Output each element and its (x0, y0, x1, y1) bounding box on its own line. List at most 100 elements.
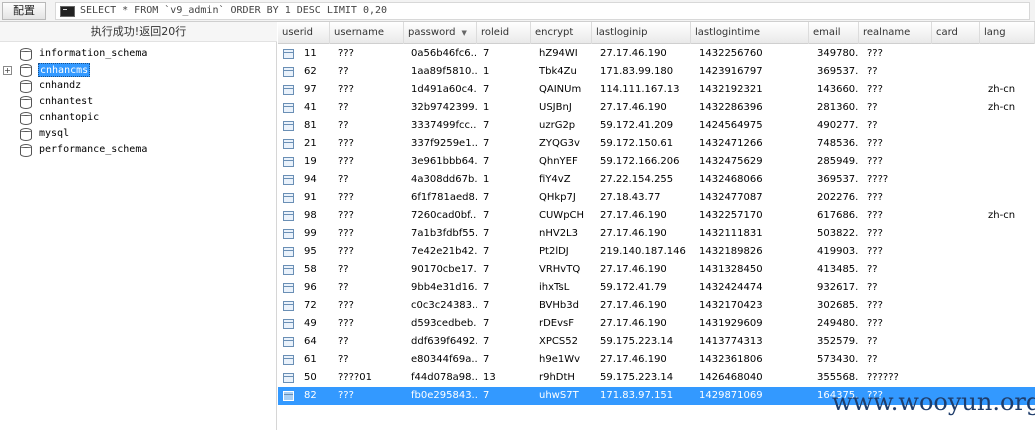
cell-userid[interactable]: 61 (300, 351, 330, 369)
cell-roleid[interactable]: 7 (479, 45, 531, 63)
table-row[interactable]: 21??? 337f9259e1... 7 ZYQG3v 59.172.150.61 14… (278, 135, 1035, 153)
cell-lastloginip[interactable]: 27.17.46.190 (596, 297, 691, 315)
cell-email[interactable]: 932617... (813, 279, 859, 297)
cell-encrypt[interactable]: Tbk4Zu (535, 63, 592, 81)
column-header-realname[interactable]: realname (859, 22, 932, 44)
cell-username[interactable]: ??? (334, 315, 404, 333)
column-header-encrypt[interactable]: encrypt (531, 22, 592, 44)
cell-realname[interactable]: ??? (863, 153, 932, 171)
cell-email[interactable]: 143660... (813, 81, 859, 99)
cell-password[interactable]: d593cedbeb... (407, 315, 477, 333)
cell-roleid[interactable]: 7 (479, 153, 531, 171)
table-row[interactable]: 19??? 3e961bbb64... 7 QhnYEF 59.172.166.206 1… (278, 153, 1035, 171)
cell-encrypt[interactable]: XPCS52 (535, 333, 592, 351)
table-row[interactable]: 41?? 32b9742399... 1 USJBnJ 27.17.46.190 1432… (278, 99, 1035, 117)
cell-roleid[interactable]: 7 (479, 225, 531, 243)
database-item[interactable]: mysql (0, 126, 277, 142)
cell-userid[interactable]: 72 (300, 297, 330, 315)
cell-encrypt[interactable]: uzrG2p (535, 117, 592, 135)
cell-lastloginip[interactable]: 171.83.99.180 (596, 63, 691, 81)
column-header-lastlogintime[interactable]: lastlogintime (691, 22, 809, 44)
cell-roleid[interactable]: 1 (479, 63, 531, 81)
cell-lastloginip[interactable]: 27.17.46.190 (596, 315, 691, 333)
cell-username[interactable]: ?? (334, 333, 404, 351)
cell-card[interactable] (936, 333, 980, 351)
cell-userid[interactable]: 91 (300, 189, 330, 207)
cell-encrypt[interactable]: VRHvTQ (535, 261, 592, 279)
cell-userid[interactable]: 11 (300, 45, 330, 63)
cell-email[interactable]: 748536... (813, 135, 859, 153)
cell-userid[interactable]: 64 (300, 333, 330, 351)
cell-roleid[interactable]: 7 (479, 279, 531, 297)
cell-lastlogintime[interactable]: 1431328450 (695, 261, 809, 279)
cell-userid[interactable]: 95 (300, 243, 330, 261)
cell-realname[interactable]: ??? (863, 225, 932, 243)
cell-username[interactable]: ?? (334, 351, 404, 369)
cell-card[interactable] (936, 243, 980, 261)
cell-encrypt[interactable]: uhwS7T (535, 387, 592, 405)
cell-lastlogintime[interactable]: 1432477087 (695, 189, 809, 207)
cell-roleid[interactable]: 13 (479, 369, 531, 387)
cell-lastloginip[interactable]: 27.17.46.190 (596, 99, 691, 117)
cell-encrypt[interactable]: USJBnJ (535, 99, 592, 117)
cell-userid[interactable]: 82 (300, 387, 330, 405)
cell-roleid[interactable]: 7 (479, 351, 531, 369)
cell-username[interactable]: ??? (334, 135, 404, 153)
cell-email[interactable]: 573430... (813, 351, 859, 369)
cell-card[interactable] (936, 81, 980, 99)
cell-roleid[interactable]: 7 (479, 135, 531, 153)
cell-roleid[interactable]: 7 (479, 297, 531, 315)
cell-realname[interactable]: ?? (863, 279, 932, 297)
cell-realname[interactable]: ??? (863, 207, 932, 225)
cell-lastlogintime[interactable]: 1429871069 (695, 387, 809, 405)
table-row[interactable]: 58?? 90170cbe17... 7 VRHvTQ 27.17.46.190 1431… (278, 261, 1035, 279)
cell-roleid[interactable]: 7 (479, 387, 531, 405)
cell-realname[interactable]: ?? (863, 333, 932, 351)
cell-lastlogintime[interactable]: 1432475629 (695, 153, 809, 171)
column-header-password[interactable]: password ▼ (404, 22, 477, 44)
cell-username[interactable]: ??? (334, 297, 404, 315)
database-item[interactable]: + cnhancms (0, 62, 277, 78)
cell-encrypt[interactable]: h9e1Wv (535, 351, 592, 369)
cell-lastlogintime[interactable]: 1432286396 (695, 99, 809, 117)
cell-password[interactable]: 1aa89f5810... (407, 63, 477, 81)
cell-password[interactable]: 0a56b46fc6... (407, 45, 477, 63)
cell-encrypt[interactable]: ZYQG3v (535, 135, 592, 153)
cell-username[interactable]: ??? (334, 387, 404, 405)
cell-lastloginip[interactable]: 27.18.43.77 (596, 189, 691, 207)
cell-lastloginip[interactable]: 59.172.41.79 (596, 279, 691, 297)
cell-encrypt[interactable]: nHV2L3 (535, 225, 592, 243)
database-item[interactable]: information_schema (0, 46, 277, 62)
cell-lastloginip[interactable]: 219.140.187.146 (596, 243, 691, 261)
cell-email[interactable]: 285949... (813, 153, 859, 171)
cell-lastlogintime[interactable]: 1413774313 (695, 333, 809, 351)
cell-card[interactable] (936, 171, 980, 189)
cell-userid[interactable]: 58 (300, 261, 330, 279)
cell-roleid[interactable]: 7 (479, 207, 531, 225)
cell-encrypt[interactable]: QAINUm (535, 81, 592, 99)
cell-realname[interactable]: ?????? (863, 369, 932, 387)
column-header-lastloginip[interactable]: lastloginip (592, 22, 691, 44)
table-row[interactable]: 91???6f1f781aed8...7QHkp7J27.18.43.77143… (278, 189, 1035, 207)
cell-lang[interactable] (984, 225, 1035, 243)
table-row[interactable]: 61?? e80344f69a... 7 h9e1Wv 27.17.46.190 1432… (278, 351, 1035, 369)
table-row[interactable]: 96?? 9bb4e31d16... 7 ihxTsL 59.172.41.79 1432… (278, 279, 1035, 297)
table-row[interactable]: 62?? 1aa89f5810... 1 Tbk4Zu 171.83.99.180 142… (278, 63, 1035, 81)
expand-icon[interactable]: + (3, 66, 12, 75)
cell-realname[interactable]: ??? (863, 243, 932, 261)
cell-lastloginip[interactable]: 171.83.97.151 (596, 387, 691, 405)
cell-userid[interactable]: 21 (300, 135, 330, 153)
cell-email[interactable]: 369537... (813, 63, 859, 81)
cell-username[interactable]: ??? (334, 45, 404, 63)
cell-realname[interactable]: ?? (863, 99, 932, 117)
cell-username[interactable]: ????01 (334, 369, 404, 387)
cell-username[interactable]: ?? (334, 279, 404, 297)
cell-realname[interactable]: ??? (863, 81, 932, 99)
cell-card[interactable] (936, 189, 980, 207)
cell-realname[interactable]: ??? (863, 297, 932, 315)
cell-encrypt[interactable]: fiY4vZ (535, 171, 592, 189)
cell-lastlogintime[interactable]: 1426468040 (695, 369, 809, 387)
cell-card[interactable] (936, 315, 980, 333)
cell-email[interactable]: 249480... (813, 315, 859, 333)
cell-password[interactable]: ddf639f6492... (407, 333, 477, 351)
